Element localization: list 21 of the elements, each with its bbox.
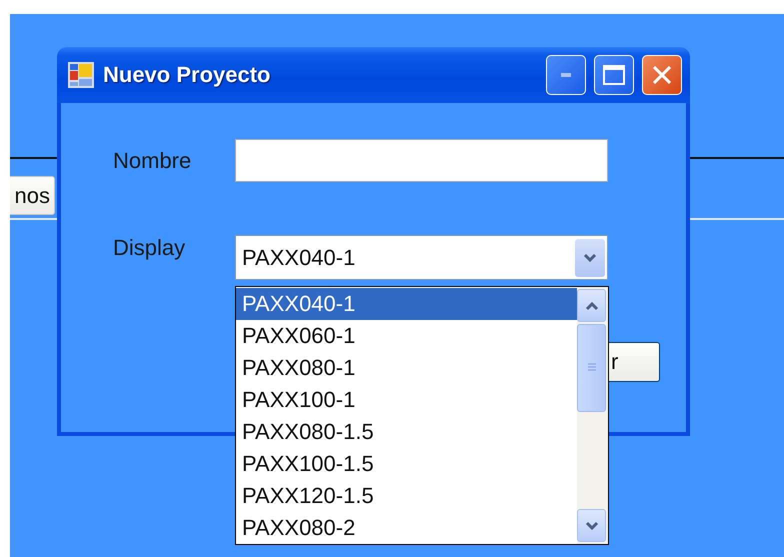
minimize-button[interactable] xyxy=(546,55,586,95)
chevron-down-icon xyxy=(583,252,597,262)
close-button[interactable] xyxy=(642,55,682,95)
scroll-down-button[interactable] xyxy=(577,509,606,542)
window-title: Nuevo Proyecto xyxy=(103,62,272,88)
field-label: Nombre xyxy=(113,148,192,174)
scroll-thumb[interactable] xyxy=(577,324,606,412)
chevron-up-icon xyxy=(584,300,598,310)
app-icon xyxy=(67,61,95,89)
maximize-icon xyxy=(603,65,625,85)
background-button[interactable]: nos xyxy=(10,176,55,215)
name-input-field[interactable] xyxy=(235,139,608,182)
close-icon xyxy=(653,66,671,84)
field-label: Display xyxy=(113,235,186,261)
minimize-icon xyxy=(561,73,571,77)
dropdown-option[interactable]: PAXX040-1 xyxy=(236,288,577,320)
display-dropdown[interactable]: PAXX040-1 xyxy=(235,235,608,280)
scroll-up-button[interactable] xyxy=(577,289,606,322)
chevron-down-icon xyxy=(584,520,598,530)
dropdown-arrow-button[interactable] xyxy=(575,238,605,276)
maximize-button[interactable] xyxy=(594,55,634,95)
